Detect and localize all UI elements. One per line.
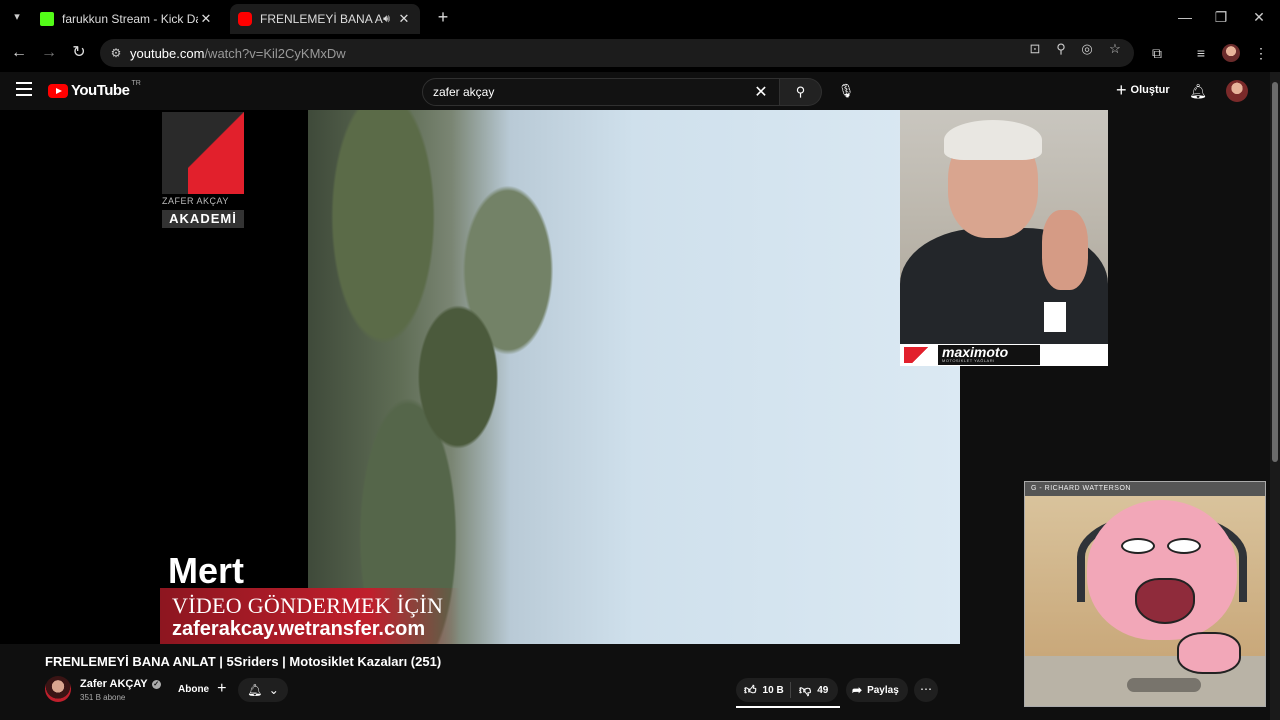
account-avatar[interactable] [1226,80,1248,102]
pip-controls[interactable] [1127,678,1201,692]
notification-settings-button[interactable]: 🔔︎ ⌄ [238,678,288,702]
plus-icon: + [1116,80,1127,100]
page-scrollbar[interactable] [1270,72,1280,720]
site-info-icon[interactable]: ⚙ [102,46,130,60]
picture-in-picture-window[interactable]: G - RICHARD WATTERSON [1024,481,1266,707]
search-input[interactable]: zafer akçay ✕ [422,78,780,106]
browser-tab-bar: ▾ farukkun Stream - Kick Dashboard ✕ FRE… [0,0,1280,34]
scrollbar-thumb[interactable] [1272,82,1278,462]
tab-youtube-video[interactable]: FRENLEMEYİ BANA ANLAT 🔊︎ ✕ [230,4,420,34]
search-button[interactable]: ⚲ [780,78,822,106]
plus-icon: + [217,680,227,697]
dislike-button[interactable]: 👎︎ 49 [791,683,828,698]
z-logo-icon [162,112,244,194]
back-arrow-icon[interactable]: ← [8,42,30,64]
video-frame [308,110,960,644]
bookmark-star-icon[interactable]: ☆ [1106,40,1124,58]
more-actions-button[interactable]: ⋯ [914,678,938,702]
host-webcam [900,110,1108,366]
youtube-play-icon [48,83,68,98]
channel-watermark-logo: ZAFER AKÇAY AKADEMİ [162,112,244,228]
browser-menu-icon[interactable]: ⋮ [1250,42,1272,64]
browser-profile-avatar[interactable] [1222,44,1240,62]
like-underline [736,706,840,708]
share-arrow-icon: ➦ [852,683,863,697]
kick-favicon-icon [40,12,54,26]
zoom-icon[interactable]: ⚲ [1052,40,1070,58]
youtube-favicon-icon [238,12,252,26]
create-button[interactable]: + Oluştur [1116,81,1170,99]
like-button[interactable]: 👍︎ 10 B [736,683,790,698]
shirt-logo-icon [1044,302,1066,332]
tab-kick-dashboard[interactable]: farukkun Stream - Kick Dashboard ✕ [32,4,222,34]
subscriber-count: 351 B abone [80,693,126,702]
country-code: TR [131,80,141,87]
tab-search-chevron-icon[interactable]: ▾ [8,8,26,26]
sponsor-subtitle: MOTOSİKLET YAĞLARI [942,358,995,363]
tab-close-icon[interactable]: ✕ [396,11,412,27]
url-text: youtube.com/watch?v=Kil2CyKMxDw [130,45,346,61]
search-icon: ⚲ [795,84,806,99]
channel-avatar[interactable] [45,676,71,702]
lower-third-line1: VİDEO GÖNDERMEK İÇİN [172,593,444,618]
bell-icon: 🔔︎ [247,683,263,697]
tab-title: FRENLEMEYİ BANA ANLAT [260,12,383,26]
reload-icon[interactable]: ↻ [68,42,90,64]
like-dislike-group: 👍︎ 10 B 👎︎ 49 [736,678,838,702]
logo-badge: AKADEMİ [162,210,244,228]
voice-search-mic-icon[interactable]: 🎙︎ [836,81,856,101]
speaker-icon[interactable]: 🔊︎ [383,13,390,26]
close-window-button[interactable]: ✕ [1244,6,1274,28]
clear-search-icon[interactable]: ✕ [749,82,773,102]
lower-third-name: Mert [168,550,245,591]
sponsor-flag-icon [904,347,928,363]
share-button[interactable]: ➦ Paylaş [846,678,908,702]
media-control-icon[interactable]: ≡ [1190,42,1212,64]
new-tab-button[interactable]: + [432,6,454,28]
channel-name[interactable]: Zafer AKÇAY ✓ [80,678,161,690]
verified-check-icon: ✓ [151,679,161,689]
sponsor-banner: maximoto MOTOSİKLET YAĞLARI [900,344,1108,366]
restore-button[interactable]: ❐ [1206,6,1236,28]
install-app-icon[interactable]: ⊡ [1026,40,1044,58]
address-bar[interactable]: ⚙ youtube.com/watch?v=Kil2CyKMxDw [100,39,1134,67]
youtube-header: YouTube TR zafer akçay ✕ ⚲ 🎙︎ + Oluştur … [0,72,1270,110]
search-query[interactable]: zafer akçay [433,85,749,99]
browser-toolbar: ← → ↻ ⚙ youtube.com/watch?v=Kil2CyKMxDw … [0,34,1280,72]
lower-third-link: zaferakcay.wetransfer.com [172,618,426,640]
subscribe-button[interactable]: Abone + [172,678,232,700]
youtube-logo[interactable]: YouTube TR [48,80,141,99]
minimize-button[interactable]: — [1170,6,1200,28]
tracking-eye-icon[interactable]: ◎ [1078,40,1096,58]
thumbs-down-icon: 👎︎ [799,682,812,697]
video-foliage [308,110,558,644]
extensions-icon[interactable]: ⧉ [1146,42,1168,64]
pip-caption: G - RICHARD WATTERSON [1025,482,1265,496]
tab-close-icon[interactable]: ✕ [198,11,214,27]
tab-title: farukkun Stream - Kick Dashboard [62,12,198,26]
thumbs-up-icon: 👍︎ [744,682,757,697]
video-player[interactable]: ZAFER AKÇAY AKADEMİ Mert VİDEO GÖNDERMEK… [0,110,960,644]
hamburger-menu-icon[interactable] [16,82,32,96]
video-title: FRENLEMEYİ BANA ANLAT | 5Sriders | Motos… [45,654,442,669]
logo-caption: ZAFER AKÇAY [162,196,229,206]
forward-arrow-icon[interactable]: → [38,42,60,64]
chevron-down-icon: ⌄ [268,683,279,697]
notifications-bell-icon[interactable]: 🔔︎ [1188,81,1208,101]
